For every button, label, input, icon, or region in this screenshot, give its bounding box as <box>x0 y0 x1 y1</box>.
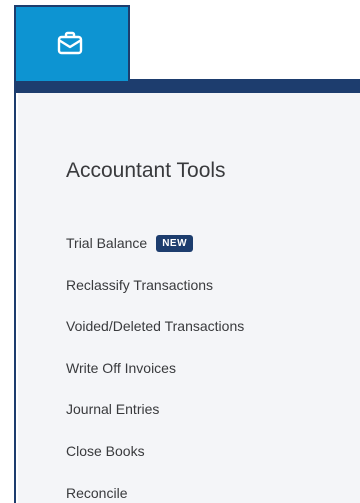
menu-item-close-books[interactable]: Close Books <box>66 441 244 483</box>
menu-item-journal-entries[interactable]: Journal Entries <box>66 399 244 441</box>
menu-item-label: Write Off Invoices <box>66 359 176 376</box>
accountant-tools-panel: Accountant Tools Trial Balance NEW Recla… <box>14 79 360 503</box>
menu-item-write-off-invoices[interactable]: Write Off Invoices <box>66 358 244 400</box>
accountant-tools-menu: Trial Balance NEW Reclassify Transaction… <box>66 233 244 503</box>
menu-item-trial-balance[interactable]: Trial Balance NEW <box>66 233 244 275</box>
menu-item-label: Journal Entries <box>66 401 160 418</box>
page: Accountant Tools Trial Balance NEW Recla… <box>0 0 360 503</box>
menu-item-label: Reconcile <box>66 484 128 501</box>
menu-item-reconcile[interactable]: Reconcile <box>66 483 244 503</box>
menu-item-label: Close Books <box>66 442 145 459</box>
menu-item-label: Reclassify Transactions <box>66 276 214 293</box>
panel-top-bar <box>16 81 360 93</box>
new-badge: NEW <box>156 235 194 252</box>
panel-title: Accountant Tools <box>66 159 226 182</box>
briefcase-icon <box>56 29 84 57</box>
menu-item-label: Voided/Deleted Transactions <box>66 318 245 335</box>
accountant-tools-button[interactable] <box>14 5 130 81</box>
menu-item-voided-deleted-transactions[interactable]: Voided/Deleted Transactions <box>66 316 244 358</box>
menu-item-label: Trial Balance <box>66 235 148 251</box>
panel-body: Accountant Tools Trial Balance NEW Recla… <box>18 93 360 503</box>
menu-item-reclassify-transactions[interactable]: Reclassify Transactions <box>66 275 244 317</box>
